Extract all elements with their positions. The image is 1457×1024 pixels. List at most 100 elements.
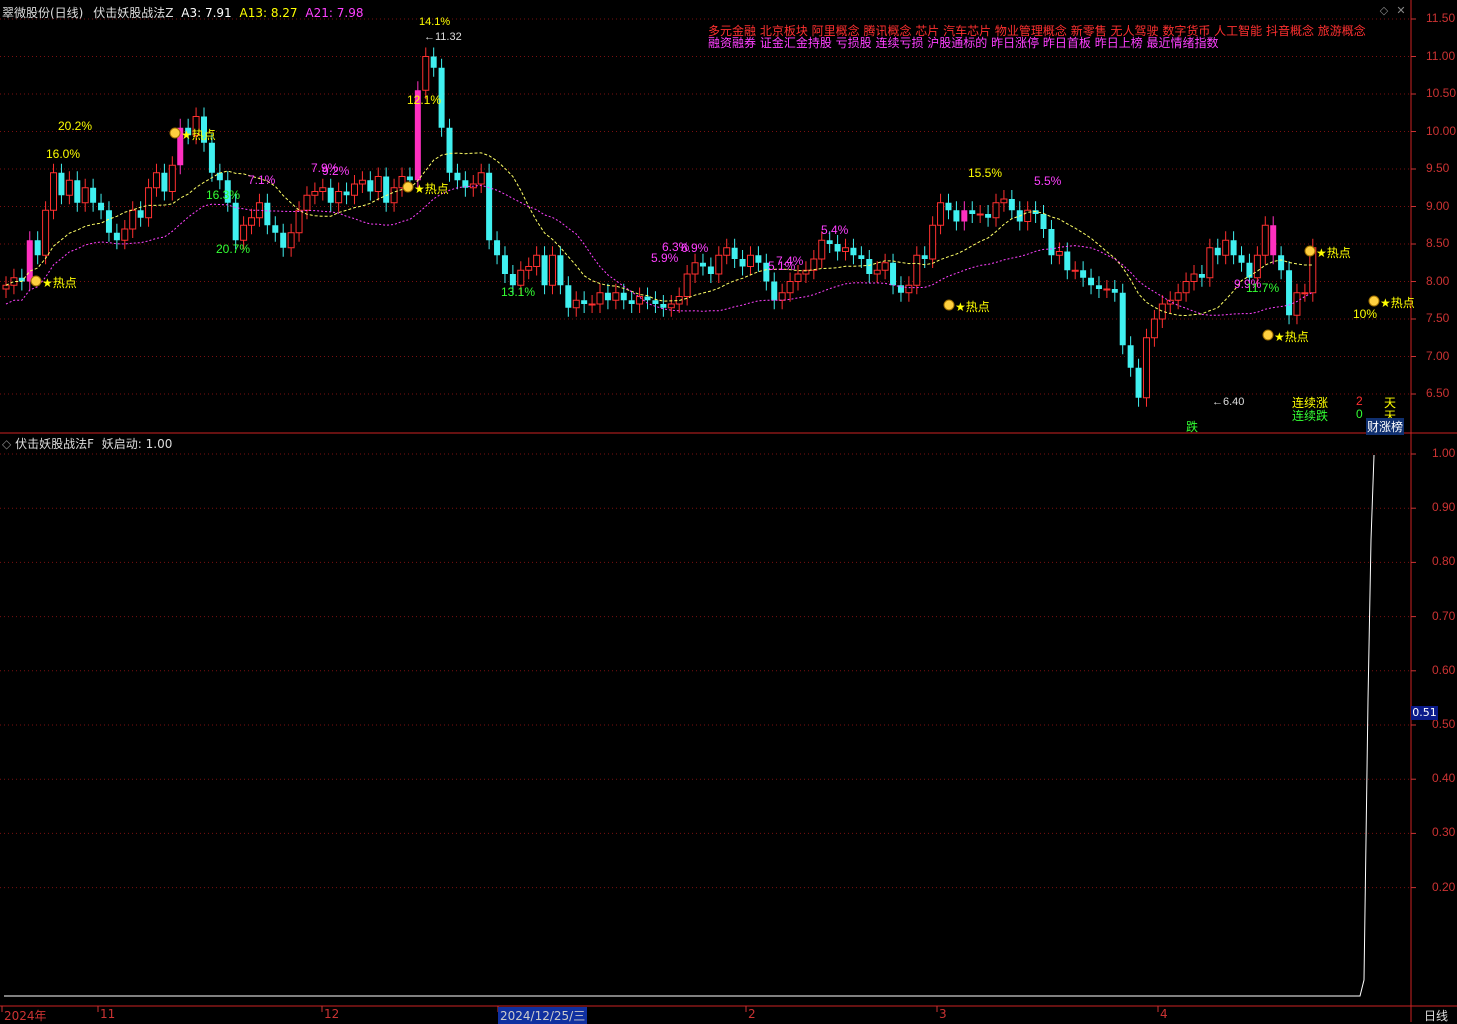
candle-body[interactable] bbox=[890, 262, 897, 286]
chart-canvas[interactable]: ★热点 ★热点 ★热点 ★热点 ★热点 ★热点 ★热点 bbox=[0, 0, 1457, 1022]
candle-body[interactable] bbox=[929, 224, 937, 260]
candle-body[interactable] bbox=[707, 266, 714, 275]
candle-body[interactable] bbox=[145, 187, 153, 219]
candle-body[interactable] bbox=[1286, 270, 1293, 316]
candle-body[interactable] bbox=[517, 269, 525, 286]
candle-body[interactable] bbox=[881, 262, 889, 271]
candle-body[interactable] bbox=[1000, 198, 1008, 204]
candle-body[interactable] bbox=[65, 179, 73, 196]
candle-body[interactable] bbox=[945, 202, 952, 211]
candle-body[interactable] bbox=[1293, 292, 1301, 316]
candle-body[interactable] bbox=[1238, 255, 1245, 263]
candle-body[interactable] bbox=[913, 254, 921, 286]
candle-body[interactable] bbox=[152, 172, 160, 189]
candle-body[interactable] bbox=[248, 217, 256, 226]
candle-body[interactable] bbox=[1048, 229, 1055, 256]
candle-body[interactable] bbox=[1270, 225, 1277, 256]
candle-body[interactable] bbox=[335, 191, 343, 204]
candle-body[interactable] bbox=[739, 259, 746, 267]
candle-body[interactable] bbox=[1198, 274, 1205, 278]
candle-body[interactable] bbox=[794, 273, 802, 282]
candle-body[interactable] bbox=[367, 180, 374, 192]
candle-body[interactable] bbox=[477, 172, 485, 185]
rank-tag[interactable]: 财涨榜 bbox=[1366, 418, 1405, 435]
candle-body[interactable] bbox=[699, 262, 706, 267]
sub-toggle-icon[interactable]: ◇ bbox=[2, 437, 11, 451]
candle-body[interactable] bbox=[1182, 281, 1190, 294]
candle-body[interactable] bbox=[667, 303, 675, 309]
candle-body[interactable] bbox=[280, 232, 287, 248]
candle-body[interactable] bbox=[937, 202, 945, 226]
candle-body[interactable] bbox=[572, 299, 580, 309]
candle-body[interactable] bbox=[208, 142, 215, 173]
candle-body[interactable] bbox=[644, 296, 651, 301]
candle-body[interactable] bbox=[985, 214, 992, 218]
candle-body[interactable] bbox=[660, 304, 667, 308]
candle-body[interactable] bbox=[383, 176, 390, 203]
candle-body[interactable] bbox=[1040, 214, 1047, 229]
candle-body[interactable] bbox=[240, 224, 248, 241]
candle-body[interactable] bbox=[731, 247, 738, 259]
candle-body[interactable] bbox=[264, 202, 271, 226]
candle-body[interactable] bbox=[636, 296, 644, 305]
candle-body[interactable] bbox=[358, 179, 366, 185]
candle-body[interactable] bbox=[287, 232, 295, 249]
candle-body[interactable] bbox=[921, 255, 928, 259]
candle-body[interactable] bbox=[1301, 292, 1309, 295]
candle-body[interactable] bbox=[295, 209, 303, 234]
candle-body[interactable] bbox=[509, 274, 516, 286]
candle-body[interactable] bbox=[58, 172, 65, 196]
candle-body[interactable] bbox=[2, 284, 10, 290]
candle-body[interactable] bbox=[683, 273, 691, 297]
candle-body[interactable] bbox=[565, 285, 572, 308]
candle-body[interactable] bbox=[858, 255, 865, 259]
candle-body[interactable] bbox=[525, 266, 533, 271]
sub-indicator-name[interactable]: 伏击妖股战法F bbox=[15, 437, 94, 451]
candle-body[interactable] bbox=[161, 172, 168, 192]
candle-body[interactable] bbox=[533, 254, 541, 267]
candle-body[interactable] bbox=[723, 247, 731, 256]
candle-body[interactable] bbox=[652, 300, 659, 304]
candle-body[interactable] bbox=[1174, 292, 1182, 301]
candle-body[interactable] bbox=[319, 187, 327, 192]
candle-body[interactable] bbox=[715, 254, 723, 275]
candle-body[interactable] bbox=[818, 239, 826, 260]
candle-body[interactable] bbox=[548, 254, 556, 286]
candle-body[interactable] bbox=[1119, 292, 1126, 346]
candle-body[interactable] bbox=[826, 240, 833, 244]
candle-body[interactable] bbox=[1230, 240, 1237, 256]
candle-body[interactable] bbox=[168, 164, 176, 192]
candle-body[interactable] bbox=[494, 240, 501, 256]
candle-body[interactable] bbox=[1206, 247, 1214, 279]
candle-body[interactable] bbox=[50, 172, 58, 211]
candle-body[interactable] bbox=[850, 247, 857, 256]
candle-body[interactable] bbox=[343, 191, 350, 196]
candle-body[interactable] bbox=[501, 255, 508, 274]
candle-body[interactable] bbox=[778, 292, 786, 301]
period-label[interactable]: 日线 bbox=[1424, 1007, 1448, 1024]
candle-body[interactable] bbox=[1150, 318, 1158, 339]
candle-body[interactable] bbox=[26, 240, 33, 282]
candle-body[interactable] bbox=[620, 292, 627, 301]
candle-body[interactable] bbox=[691, 262, 699, 275]
candle-body[interactable] bbox=[311, 191, 319, 196]
candle-body[interactable] bbox=[1103, 288, 1111, 291]
candle-body[interactable] bbox=[113, 232, 120, 241]
candle-body[interactable] bbox=[446, 127, 453, 173]
candle-body[interactable] bbox=[581, 300, 588, 304]
candle-body[interactable] bbox=[1080, 270, 1087, 278]
candle-body[interactable] bbox=[1071, 269, 1079, 272]
candle-body[interactable] bbox=[1055, 251, 1063, 256]
candle-body[interactable] bbox=[1135, 367, 1142, 398]
candle-body[interactable] bbox=[1064, 251, 1071, 271]
candle-body[interactable] bbox=[746, 254, 754, 267]
candle-body[interactable] bbox=[34, 240, 41, 256]
candlesticks[interactable] bbox=[2, 47, 1317, 407]
candle-body[interactable] bbox=[976, 213, 984, 216]
candle-body[interactable] bbox=[905, 284, 913, 294]
candle-body[interactable] bbox=[873, 269, 881, 275]
candle-body[interactable] bbox=[1142, 337, 1150, 399]
candle-body[interactable] bbox=[541, 255, 548, 286]
candle-body[interactable] bbox=[810, 258, 818, 271]
candle-body[interactable] bbox=[350, 183, 358, 196]
